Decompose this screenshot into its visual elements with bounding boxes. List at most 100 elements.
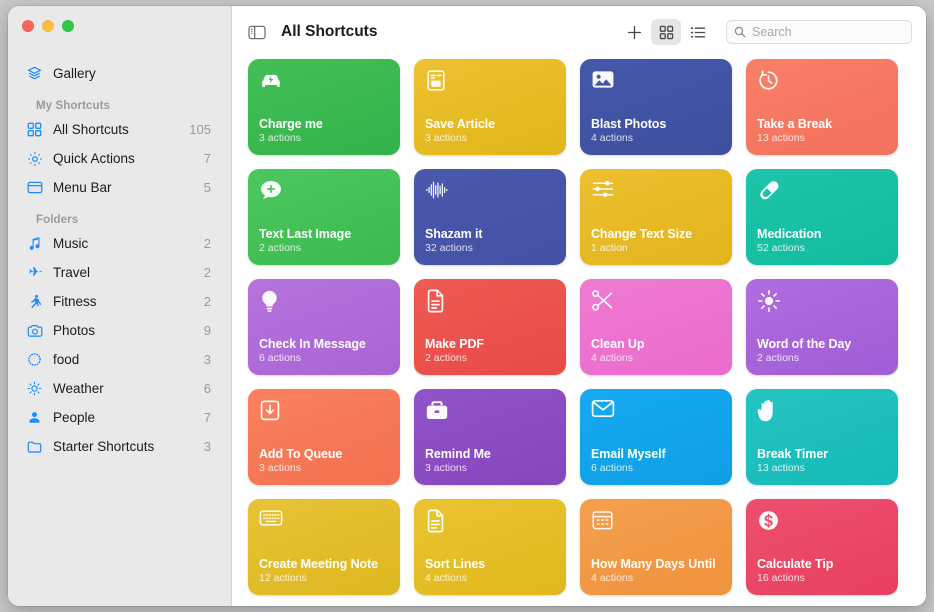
sidebar-group-header: My Shortcuts xyxy=(36,100,111,112)
shortcut-name: Email Myself xyxy=(591,447,666,461)
search-field[interactable] xyxy=(726,20,912,44)
shortcut-card-text: Save Article 3 actions xyxy=(425,117,555,145)
shortcut-action-count: 3 actions xyxy=(259,462,302,474)
sidebar-item-count: 2 xyxy=(203,294,211,309)
shortcut-action-count: 4 actions xyxy=(591,572,634,584)
shortcut-card[interactable]: Medication 52 actions xyxy=(746,169,898,265)
shortcut-name: Medication xyxy=(757,227,822,241)
shortcut-card-text: Make PDF 2 actions xyxy=(425,337,555,365)
shortcut-action-count: 2 actions xyxy=(425,352,468,364)
sidebar-item-count: 5 xyxy=(203,180,211,195)
sidebar-item-music[interactable]: Music 2 xyxy=(18,229,221,258)
shortcut-card[interactable]: Take a Break 13 actions xyxy=(746,59,898,155)
sidebar-item-count: 3 xyxy=(203,352,211,367)
shortcut-card[interactable]: Word of the Day 2 actions xyxy=(746,279,898,375)
window-controls xyxy=(8,6,231,46)
shortcut-card[interactable]: Change Text Size 1 action xyxy=(580,169,732,265)
shortcut-card[interactable]: Check In Message 6 actions xyxy=(248,279,400,375)
shortcut-action-count: 4 actions xyxy=(591,352,634,364)
lightbulb-icon xyxy=(259,289,283,313)
shortcut-card[interactable]: Email Myself 6 actions xyxy=(580,389,732,485)
sidebar-item-quick-actions[interactable]: Quick Actions 7 xyxy=(18,144,221,173)
shortcut-name: Blast Photos xyxy=(591,117,667,131)
shortcut-name: Break Timer xyxy=(757,447,828,461)
add-shortcut-button[interactable] xyxy=(619,19,649,45)
search-input[interactable] xyxy=(752,25,904,39)
shortcut-action-count: 2 actions xyxy=(259,242,302,254)
sidebar-item-label: Music xyxy=(53,236,89,251)
shortcut-name: Charge me xyxy=(259,117,323,131)
shortcut-action-count: 32 actions xyxy=(425,242,473,254)
shortcuts-scroll-area[interactable]: Charge me 3 actions Save Article 3 actions B… xyxy=(232,58,926,606)
shortcut-name: Check In Message xyxy=(259,337,366,351)
sliders-icon xyxy=(591,179,615,203)
zoom-button[interactable] xyxy=(62,20,74,32)
shortcut-action-count: 13 actions xyxy=(757,132,805,144)
sidebar-item-label: People xyxy=(53,410,96,425)
sidebar-toggle-icon[interactable] xyxy=(244,21,270,43)
sidebar-item-photos[interactable]: Photos 9 xyxy=(18,316,221,345)
shortcut-card[interactable]: Calculate Tip 16 actions xyxy=(746,499,898,595)
shortcut-card[interactable]: Remind Me 3 actions xyxy=(414,389,566,485)
shortcut-card[interactable]: Text Last Image 2 actions xyxy=(248,169,400,265)
sidebar-item-starter-shortcuts[interactable]: Starter Shortcuts 3 xyxy=(18,432,221,461)
shortcut-name: Word of the Day xyxy=(757,337,852,351)
shortcut-card[interactable]: Save Article 3 actions xyxy=(414,59,566,155)
sun-icon xyxy=(26,380,43,397)
download-box-icon xyxy=(259,399,283,423)
shortcuts-window: Gallery My Shortcuts All Shortcuts 105 Q… xyxy=(8,6,926,606)
sidebar-item-menu-bar[interactable]: Menu Bar 5 xyxy=(18,173,221,202)
shortcut-name: Make PDF xyxy=(425,337,484,351)
list-view-button[interactable] xyxy=(683,19,713,45)
shortcut-card[interactable]: Charge me 3 actions xyxy=(248,59,400,155)
shortcut-card-text: Clean Up 4 actions xyxy=(591,337,721,365)
sidebar-item-food[interactable]: food 3 xyxy=(18,345,221,374)
minimize-button[interactable] xyxy=(42,20,54,32)
shortcut-name: Text Last Image xyxy=(259,227,352,241)
sidebar-item-fitness[interactable]: Fitness 2 xyxy=(18,287,221,316)
sidebar-list: Gallery My Shortcuts All Shortcuts 105 Q… xyxy=(8,59,231,461)
shortcut-card[interactable]: How Many Days Until 4 actions xyxy=(580,499,732,595)
grid-squares-icon xyxy=(26,121,43,138)
scissors-icon xyxy=(591,289,615,313)
dotted-circle-icon xyxy=(26,351,43,368)
shortcut-card-text: Change Text Size 1 action xyxy=(591,227,721,255)
dollar-icon xyxy=(757,509,781,533)
shortcut-card[interactable]: Sort Lines 4 actions xyxy=(414,499,566,595)
close-button[interactable] xyxy=(22,20,34,32)
shortcut-card-text: Remind Me 3 actions xyxy=(425,447,555,475)
sidebar-item-weather[interactable]: Weather 6 xyxy=(18,374,221,403)
sidebar-item-count: 3 xyxy=(203,439,211,454)
car-bolt-icon xyxy=(259,69,283,93)
shortcut-name: Save Article xyxy=(425,117,495,131)
keyboard-icon xyxy=(259,509,283,533)
shortcut-card[interactable]: Add To Queue 3 actions xyxy=(248,389,400,485)
shortcut-card-text: Blast Photos 4 actions xyxy=(591,117,721,145)
shortcut-action-count: 3 actions xyxy=(259,132,302,144)
sidebar-item-travel[interactable]: Travel 2 xyxy=(18,258,221,287)
sidebar-item-label: Starter Shortcuts xyxy=(53,439,155,454)
shortcut-card[interactable]: Create Meeting Note 12 actions xyxy=(248,499,400,595)
sidebar-item-gallery[interactable]: Gallery xyxy=(18,59,221,88)
shortcut-action-count: 3 actions xyxy=(425,132,468,144)
briefcase-icon xyxy=(425,399,449,423)
shortcut-card[interactable]: Blast Photos 4 actions xyxy=(580,59,732,155)
shortcut-card[interactable]: Make PDF 2 actions xyxy=(414,279,566,375)
shortcut-card[interactable]: Break Timer 13 actions xyxy=(746,389,898,485)
shortcut-card[interactable]: Clean Up 4 actions xyxy=(580,279,732,375)
shortcut-action-count: 2 actions xyxy=(757,352,800,364)
search-icon xyxy=(734,26,746,38)
shortcut-card-text: How Many Days Until 4 actions xyxy=(591,557,721,585)
toolbar-actions xyxy=(619,19,912,45)
sidebar-item-count: 105 xyxy=(189,122,211,137)
person-icon xyxy=(26,409,43,426)
sidebar-item-all-shortcuts[interactable]: All Shortcuts 105 xyxy=(18,115,221,144)
shortcut-card[interactable]: Shazam it 32 actions xyxy=(414,169,566,265)
sidebar-item-count: 7 xyxy=(203,410,211,425)
shortcut-action-count: 6 actions xyxy=(591,462,634,474)
grid-view-button[interactable] xyxy=(651,19,681,45)
sidebar-item-label: Travel xyxy=(53,265,91,280)
sidebar-item-people[interactable]: People 7 xyxy=(18,403,221,432)
shortcut-card-text: Medication 52 actions xyxy=(757,227,887,255)
camera-icon xyxy=(26,322,43,339)
